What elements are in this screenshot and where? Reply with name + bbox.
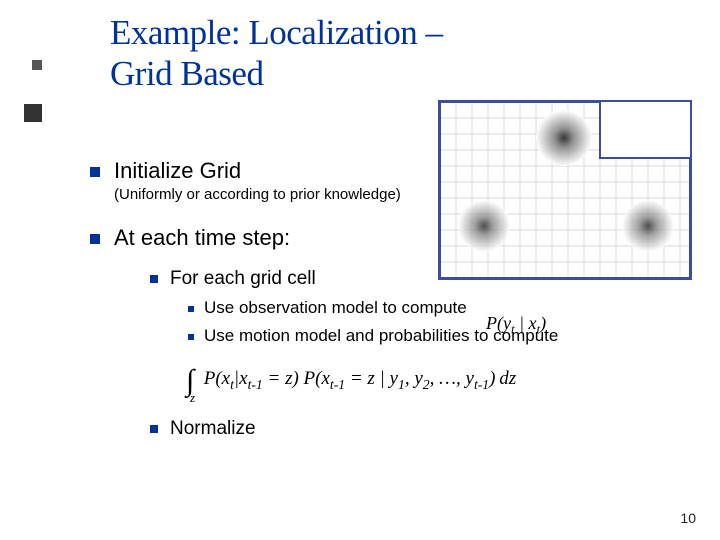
slide: Example: Localization – Grid Based	[0, 0, 720, 540]
grid-illustration	[438, 100, 692, 280]
bullet-icon	[188, 306, 194, 312]
title-line-1: Example: Localization –	[110, 13, 443, 52]
side-decoration	[32, 60, 54, 156]
bullet-icon	[150, 275, 158, 283]
bullet-text: Normalize	[170, 418, 256, 439]
deco-square	[32, 60, 42, 70]
bullet-text: For each grid cell	[170, 268, 316, 289]
bullet-initialize-grid: Initialize Grid (Uniformly or according …	[90, 158, 401, 203]
page-number: 10	[680, 510, 696, 526]
formula-motion-integral: ∫ P(xt|xt-1 = z) P(xt-1 = z | y1, y2, …,…	[186, 364, 516, 398]
bullet-text: Initialize Grid	[114, 158, 241, 183]
bullet-icon	[188, 334, 194, 340]
bullet-text: Use observation model to compute	[204, 298, 467, 317]
deco-square	[24, 104, 42, 122]
title-line-2: Grid Based	[110, 54, 263, 93]
grid-svg	[440, 102, 690, 278]
formula-observation: P(yt | xt)	[486, 313, 546, 338]
bullet-at-each-time-step: At each time step:	[90, 225, 290, 251]
slide-title: Example: Localization – Grid Based	[110, 12, 443, 95]
bullet-note: (Uniformly or according to prior knowled…	[114, 186, 401, 203]
integral-subscript: z	[190, 390, 195, 406]
bullet-icon	[90, 167, 100, 177]
bullet-text: At each time step:	[114, 225, 290, 250]
bullet-icon	[90, 234, 100, 244]
bullet-icon	[150, 425, 158, 433]
bullet-normalize: Normalize	[150, 418, 256, 440]
